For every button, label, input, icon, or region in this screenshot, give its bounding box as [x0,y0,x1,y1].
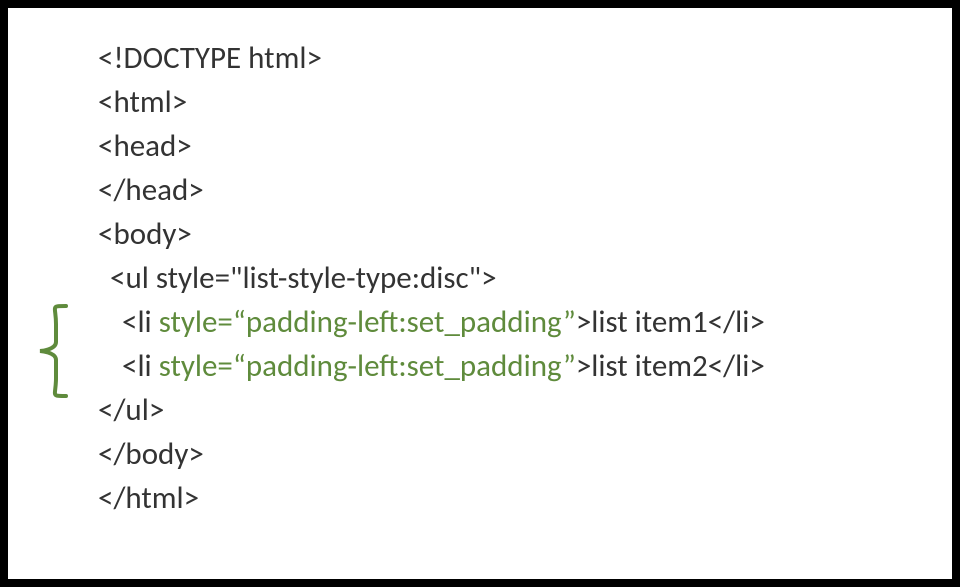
curly-bracket-icon [36,304,68,398]
code-line: <li style=“padding-left:set_padding”>lis… [98,344,952,388]
code-line: <html> [98,80,952,124]
code-line: </head> [98,168,952,212]
code-card: <!DOCTYPE html> <html> <head> </head> <b… [8,8,952,579]
code-line: <body> [98,212,952,256]
code-line: </html> [98,476,952,520]
code-block: <!DOCTYPE html> <html> <head> </head> <b… [8,36,952,520]
code-text: <li [122,303,159,341]
code-line: </ul> [98,388,952,432]
code-text: >list item2</li> [576,347,765,385]
code-line: <ul style="list-style-type:disc"> [98,256,952,300]
code-line: </body> [98,432,952,476]
code-line: <head> [98,124,952,168]
code-highlight: style=“padding-left:set_padding” [159,347,576,385]
code-line: <li style=“padding-left:set_padding”>lis… [98,300,952,344]
code-text: >list item1</li> [576,303,765,341]
code-text: <li [122,347,159,385]
code-line: <!DOCTYPE html> [98,36,952,80]
code-highlight: style=“padding-left:set_padding” [159,303,576,341]
